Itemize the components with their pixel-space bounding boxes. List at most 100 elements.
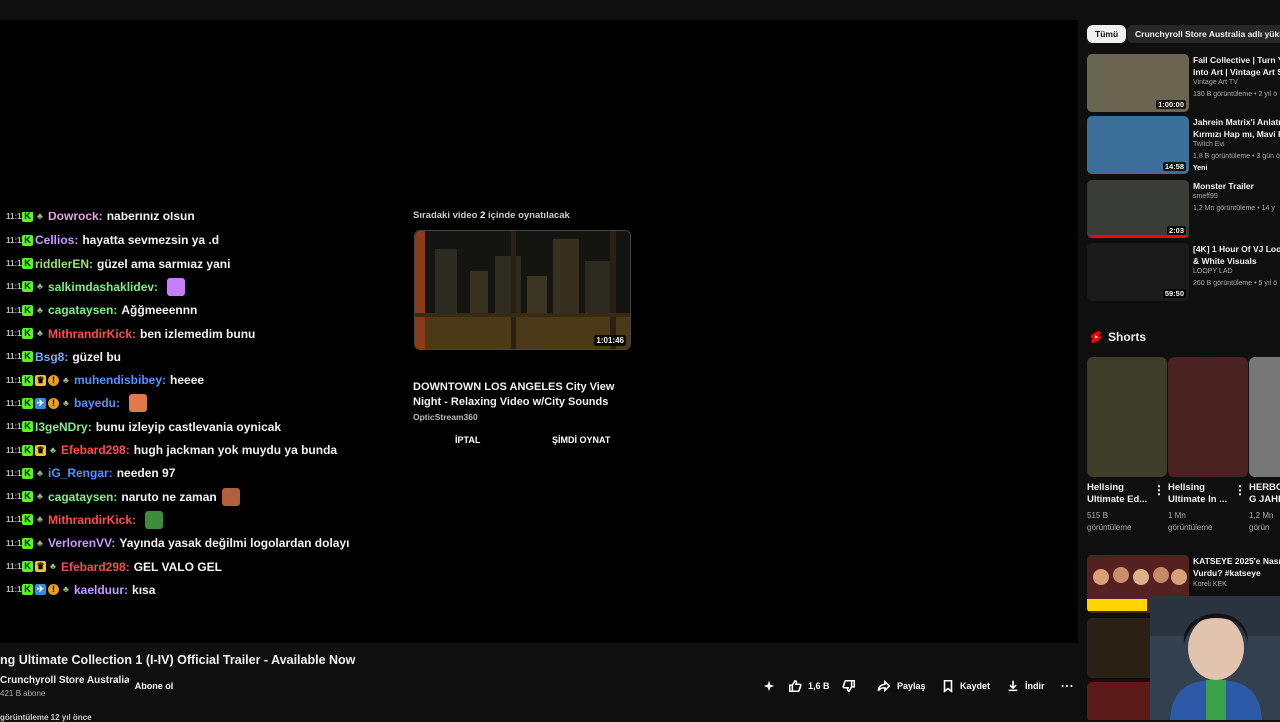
short-thumbnail[interactable] (1249, 357, 1280, 477)
dislike-button[interactable] (842, 675, 856, 697)
gold-badge-icon: ! (48, 584, 59, 596)
short-menu-icon[interactable]: ⋮ (1153, 483, 1165, 497)
chat-timestamp: 11:11 (6, 329, 26, 338)
short-title[interactable]: Hellsing Ultimate In ... (1168, 482, 1240, 506)
chat-timestamp: 11:11 (6, 538, 26, 548)
short-title[interactable]: Hellsing Ultimate Ed... (1087, 482, 1159, 506)
watch-progress-bar (1087, 235, 1189, 238)
kick-badge-icon: K (22, 467, 33, 479)
rec-channel: Vintage Art TV (1193, 79, 1238, 86)
chat-username: Cellios: (35, 233, 79, 248)
recommended-video[interactable]: 14:58 Jahrein Matrix'i Anlatıy Kırmızı Ha… (1087, 116, 1280, 174)
rec-title: Jahrein Matrix'i Anlatıy Kırmızı Hap mı,… (1193, 117, 1280, 139)
chat-message: 11:11 K ♛ ♣ Efebard298: hugh jackman yok muyd… (6, 440, 337, 460)
blue-badge-icon: ✈ (35, 397, 46, 409)
up-next-thumbnail[interactable]: 1:01:46 (414, 230, 631, 350)
chat-timestamp: 11:11 (6, 398, 26, 408)
city-night-image (415, 231, 630, 349)
chat-username: VerlorenVV: (48, 536, 116, 551)
chat-emote-icon (129, 394, 148, 413)
video-player[interactable]: 11:11 K ♣ Dowrock: naberiniz olsun 11:11 K Cell… (0, 20, 1078, 643)
chat-username: bayedu: (74, 396, 121, 411)
chat-username: Efebard298: (61, 559, 130, 574)
kick-badge-icon: K (22, 351, 33, 363)
chat-username: Efebard298: (61, 443, 130, 457)
chat-message: 11:11 K Bsg8: güzel bu (6, 347, 121, 367)
video-thumbnail: 1:00:00 (1087, 54, 1189, 112)
chat-username: MithrandirKick: (48, 326, 137, 341)
video-details: ng Ultimate Collection 1 (I-IV) Official… (0, 643, 1078, 722)
up-next-title[interactable]: DOWNTOWN LOS ANGELES City View Night - R… (413, 380, 638, 410)
emote-badge-icon: ♣ (50, 444, 56, 455)
chat-message: 11:11 K ✈! ♣ bayedu: (6, 393, 148, 413)
video-thumbnail: 14:58 (1087, 116, 1189, 174)
recommended-video[interactable]: 1:00:00 Fall Collective | Turn Yo Into Ar… (1087, 54, 1280, 112)
emote-badge-icon: ♣ (37, 537, 43, 548)
short-thumbnail[interactable] (1168, 357, 1248, 477)
chat-text: güzel bu (72, 349, 122, 364)
chat-username: muhendisbibey: (74, 373, 167, 388)
video-duration: 59:50 (1162, 289, 1186, 298)
chat-text: GEL VALO GEL (133, 559, 222, 574)
save-label: Kaydet (960, 681, 991, 691)
kick-badge-icon: K (22, 304, 33, 316)
chat-timestamp: 11:11 (6, 305, 26, 315)
new-badge: Yeni (1193, 165, 1208, 172)
short-views: 515 B görüntüleme (1087, 511, 1132, 532)
rec-channel: Twitch Evi (1193, 141, 1225, 148)
chat-username: cagataysen: (48, 489, 118, 504)
chat-timestamp: 11:11 (6, 235, 26, 245)
recommended-video[interactable]: 59:50 [4K] 1 Hour Of VJ Loop & White Visu… (1087, 243, 1280, 301)
channel-name[interactable]: Crunchyroll Store Australia (0, 675, 130, 686)
save-button[interactable]: Kaydet (941, 675, 990, 697)
download-button[interactable]: İndir (1006, 675, 1045, 697)
chat-timestamp: 11:11 (6, 282, 26, 292)
chat-emote-icon (221, 487, 240, 506)
hype-button[interactable] (762, 675, 776, 697)
chat-text: güzel ama sarmıaz yani (97, 256, 231, 271)
chat-timestamp: 11:11 (6, 422, 26, 432)
chat-timestamp: 11:11 (6, 585, 26, 595)
chip-uploader[interactable]: Crunchyroll Store Australia adlı yükleyi (1127, 25, 1280, 43)
kick-badge-icon: K (22, 584, 33, 596)
thumbs-down-icon (842, 679, 856, 693)
chat-username: cagataysen: (48, 303, 118, 318)
rec-channel: Koreli KEK (1193, 581, 1227, 588)
rec-meta: 260 B görüntüleme • 5 yıl ö (1193, 280, 1278, 287)
chat-username: MithrandirKick: (48, 512, 137, 527)
up-next-channel: OpticStream360 (413, 412, 478, 422)
chat-username: kaelduur: (74, 582, 129, 597)
more-actions-button[interactable] (1060, 675, 1074, 697)
like-button[interactable]: 1,6 B (788, 675, 830, 697)
chat-text: heeee (170, 373, 205, 388)
subscribe-button[interactable]: Abone ol (128, 676, 180, 696)
video-title: ng Ultimate Collection 1 (I-IV) Official… (0, 653, 356, 667)
emote-badge-icon: ♣ (37, 514, 43, 525)
share-button[interactable]: Paylaş (877, 675, 926, 697)
short-views: 1,2 Mn görün (1249, 511, 1274, 532)
chat-username: iG_Rengar: (48, 466, 113, 481)
short-menu-icon[interactable]: ⋮ (1234, 483, 1246, 497)
chat-message: 11:11 K ♣ salkimdashaklidev: (6, 277, 186, 297)
chat-username: Dowrock: (48, 209, 103, 223)
emote-badge-icon: ♣ (37, 467, 43, 478)
video-thumbnail: 2:03 (1087, 180, 1189, 238)
chat-text: Ağğmeeennn (121, 303, 198, 318)
rec-title: Fall Collective | Turn Yo Into Art | Vin… (1193, 55, 1280, 77)
webcam-image (1150, 596, 1280, 720)
emote-badge-icon: ♣ (37, 281, 43, 292)
emote-badge-icon: ♣ (37, 304, 43, 315)
streamer-webcam (1150, 596, 1280, 720)
chip-all[interactable]: Tümü (1087, 25, 1127, 43)
short-title[interactable]: HERBO G JAHI (1249, 482, 1280, 506)
short-thumbnail[interactable] (1087, 357, 1167, 477)
kick-badge-icon: K (22, 444, 33, 456)
chat-message: 11:11 K ✈! ♣ kaelduur: kısa (6, 580, 155, 600)
play-now-button[interactable]: ŞİMDİ OYNAT (552, 435, 610, 445)
chat-timestamp: 11:11 (6, 468, 26, 478)
chat-username: Bsg8: (35, 349, 69, 364)
emote-badge-icon: ♣ (63, 397, 69, 408)
cancel-button[interactable]: İPTAL (455, 435, 480, 445)
recommended-video[interactable]: 2:03 Monster Trailer smeff99 1,2 Mn görüntü… (1087, 180, 1280, 238)
chat-message: 11:11 KriddlerEN: güzel ama sarmıaz yani (6, 254, 230, 274)
